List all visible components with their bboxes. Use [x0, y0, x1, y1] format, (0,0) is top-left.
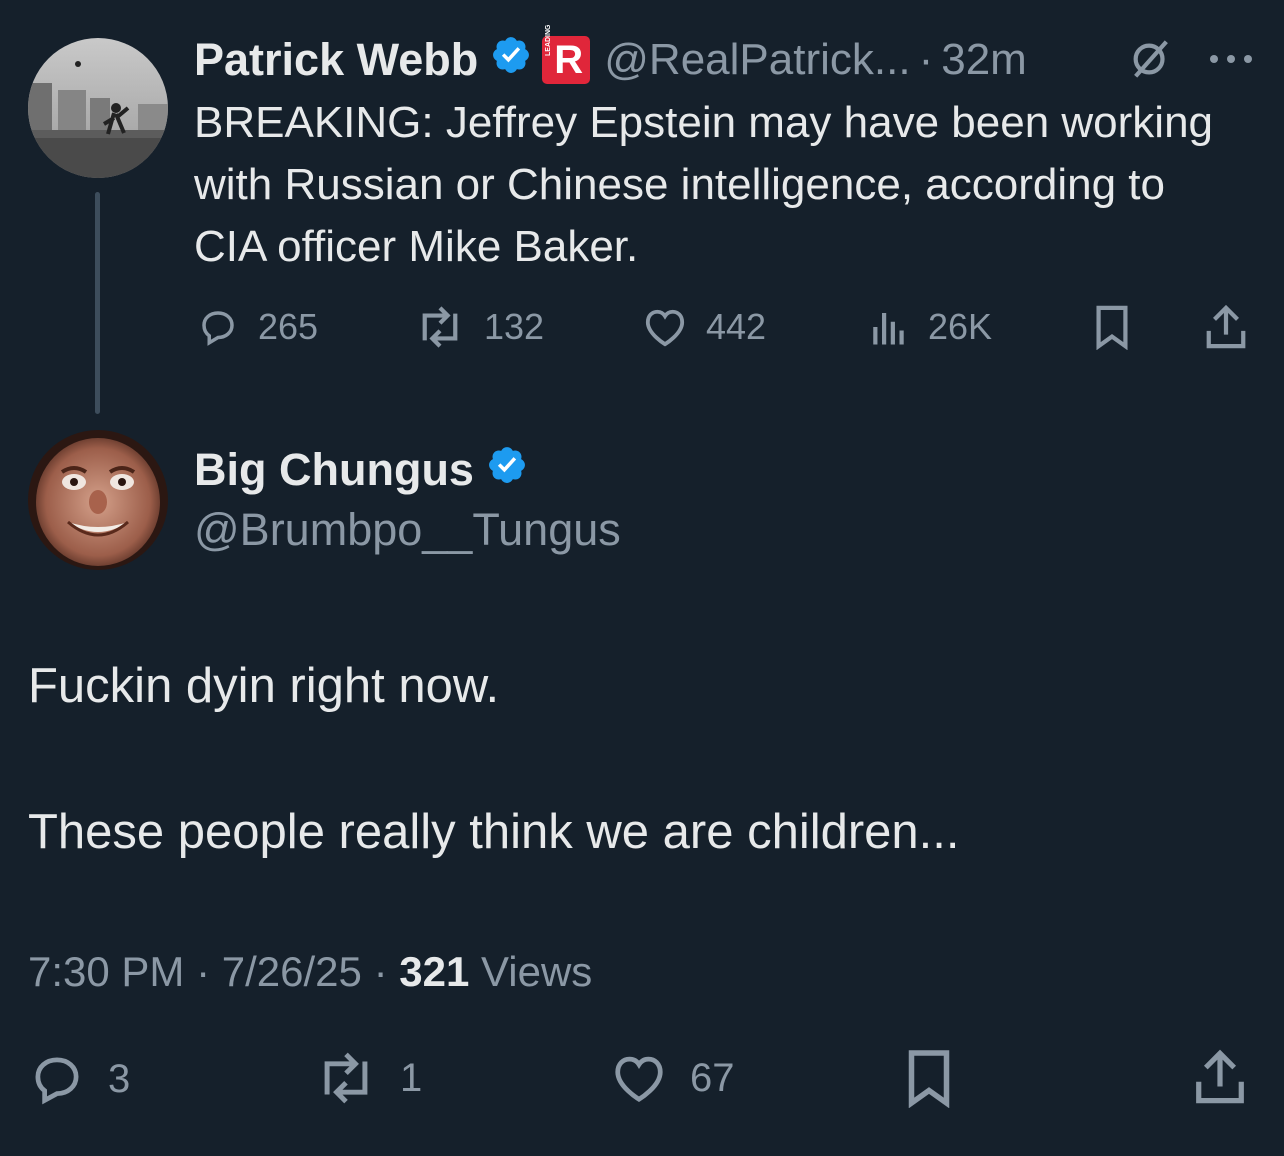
bookmark-button[interactable]	[904, 1048, 954, 1108]
like-count: 442	[706, 306, 767, 347]
quoted-tweet-text: BREAKING: Jeffrey Epstein may have been …	[194, 98, 1214, 271]
reply-button[interactable]: 265	[196, 306, 318, 348]
author-handle[interactable]: @RealPatrick...	[604, 35, 910, 85]
tweet-meta: 7:30 PM · 7/26/25 · 321 Views	[28, 948, 592, 996]
reply-count: 3	[108, 1056, 131, 1101]
patrick-webb-avatar[interactable]	[28, 38, 168, 178]
author-name[interactable]: Patrick Webb	[194, 34, 478, 86]
like-count: 67	[690, 1055, 735, 1100]
tweet-time[interactable]: 7:30 PM	[28, 948, 184, 995]
big-chungus-avatar[interactable]	[28, 430, 168, 570]
share-button[interactable]	[1204, 304, 1248, 350]
views-count: 321	[399, 948, 470, 995]
tweet-date[interactable]: 7/26/25	[222, 948, 362, 995]
bookmark-icon	[908, 1050, 950, 1108]
share-icon	[1196, 1049, 1244, 1104]
verified-icon	[486, 444, 528, 497]
reply-button[interactable]: 3	[28, 1052, 130, 1106]
time-ago[interactable]: 32m	[941, 35, 1027, 85]
repost-icon	[324, 1052, 368, 1104]
views-button[interactable]: 26K	[868, 306, 992, 348]
like-button[interactable]: 67	[610, 1052, 735, 1104]
repost-icon	[422, 306, 458, 348]
bookmark-icon	[1096, 305, 1128, 350]
repost-button[interactable]: 132	[414, 306, 544, 348]
share-icon	[1206, 304, 1246, 349]
reply-icon	[35, 1057, 79, 1105]
views-icon	[873, 313, 904, 345]
author-name[interactable]: Big Chungus	[194, 444, 474, 496]
like-button[interactable]: 442	[642, 306, 766, 348]
repost-count: 1	[400, 1055, 423, 1100]
reply-icon	[202, 311, 234, 346]
repost-button[interactable]: 1	[314, 1052, 422, 1104]
leading-badge-icon: LEADING R	[542, 25, 591, 84]
tweet-text-paragraph-1: Fuckin dyin right now.	[28, 659, 500, 713]
repost-count: 132	[484, 306, 545, 347]
more-icon[interactable]	[1208, 52, 1254, 66]
share-button[interactable]	[1194, 1048, 1246, 1106]
like-icon	[645, 309, 685, 347]
author-handle[interactable]: @Brumbpo__Tungus	[194, 504, 621, 556]
verified-icon	[490, 34, 532, 87]
views-label: Views	[481, 948, 593, 995]
tweet-text-paragraph-2: These people really think we are childre…	[28, 805, 960, 859]
main-tweet-header: Big Chungus	[194, 440, 528, 500]
views-count: 26K	[928, 306, 993, 347]
meta-separator: ·	[196, 948, 211, 995]
thread-line	[95, 192, 100, 414]
header-separator: ·	[918, 35, 934, 84]
leading-badge-text: LEADING	[545, 24, 553, 57]
reply-count: 265	[258, 306, 319, 347]
like-icon	[615, 1056, 663, 1103]
quoted-tweet-header: Patrick Webb LEADING R @RealPatrick... ·…	[194, 25, 1027, 90]
grok-icon[interactable]	[1128, 36, 1174, 87]
meta-separator: ·	[373, 948, 388, 995]
bookmark-button[interactable]	[1092, 304, 1132, 350]
